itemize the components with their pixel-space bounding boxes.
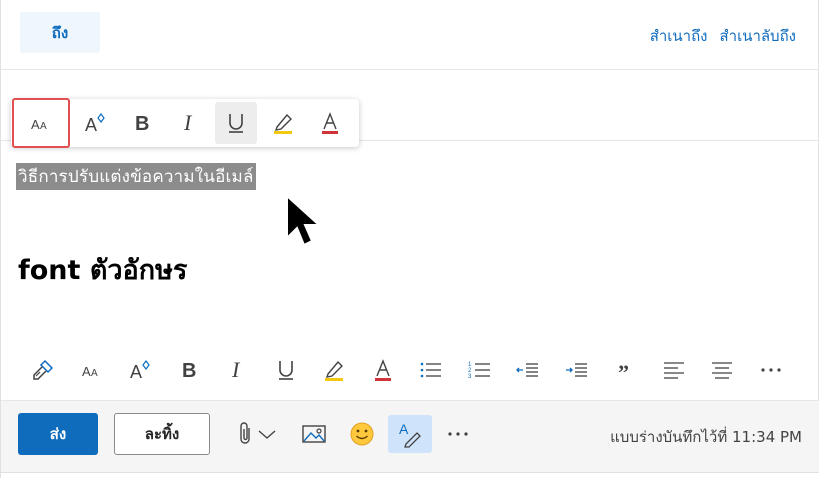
to-button[interactable]: ถึง — [20, 12, 100, 53]
format-painter-button[interactable] — [23, 350, 63, 390]
svg-text:3: 3 — [468, 374, 472, 380]
selected-body-text[interactable]: วิธีการปรับแต่งข้อความในอีเมล์ — [16, 163, 256, 190]
italic-button-bottom[interactable]: I — [217, 350, 257, 390]
font-color-icon — [322, 112, 338, 134]
more-icon — [760, 368, 781, 372]
send-button[interactable]: ส่ง — [18, 413, 98, 455]
emoji-button[interactable] — [345, 415, 379, 453]
chevron-down-icon — [258, 430, 276, 439]
underline-button-bottom[interactable] — [266, 350, 306, 390]
paperclip-icon — [240, 422, 250, 444]
bullets-button[interactable] — [411, 350, 451, 390]
align-center-button[interactable] — [702, 350, 742, 390]
font-size-icon: A A — [31, 117, 47, 132]
font-color-icon — [374, 359, 391, 381]
bold-icon: B — [182, 360, 196, 381]
cc-bcc-links: สำเนาถึง สำเนาลับถึง — [650, 24, 796, 48]
svg-text:A: A — [31, 117, 40, 132]
svg-text:A: A — [82, 364, 91, 379]
insert-picture-button[interactable] — [297, 415, 331, 453]
draft-saved-status: แบบร่างบันทึกไว้ที่ 11:34 PM — [610, 428, 802, 446]
svg-text:B: B — [135, 113, 149, 134]
svg-text:I: I — [231, 359, 241, 381]
bcc-link[interactable]: สำเนาลับถึง — [719, 24, 796, 48]
bold-icon: B — [135, 113, 149, 134]
quote-button[interactable]: ” — [605, 350, 645, 390]
underline-icon — [278, 361, 293, 380]
bottom-format-toolbar: A A A B I 1 2 3 ” — [1, 343, 819, 397]
discard-button[interactable]: ละทิ้ง — [114, 413, 210, 455]
compose-window: ถึง สำเนาถึง สำเนาลับถึง A A A B I วิธีก… — [0, 0, 819, 478]
align-center-icon — [712, 362, 732, 379]
font-grow-icon: A — [130, 360, 150, 381]
increase-indent-button[interactable] — [557, 350, 597, 390]
more-actions-button[interactable] — [441, 415, 475, 453]
italic-icon: I — [183, 112, 193, 134]
window-bottom-edge — [1, 472, 819, 478]
align-left-button[interactable] — [654, 350, 694, 390]
attach-button[interactable] — [231, 415, 283, 453]
recipients-row: ถึง สำเนาถึง สำเนาลับถึง — [1, 0, 819, 70]
more-format-button[interactable] — [751, 350, 791, 390]
svg-text:A: A — [130, 362, 142, 381]
bullets-icon — [420, 362, 441, 378]
highlight-button-bottom[interactable] — [314, 350, 354, 390]
svg-text:B: B — [182, 360, 196, 381]
svg-text:A: A — [399, 421, 409, 437]
increase-indent-icon — [565, 363, 587, 377]
editor-button[interactable]: A — [388, 415, 432, 453]
format-painter-icon — [33, 359, 54, 380]
svg-text:A: A — [85, 115, 97, 134]
font-grow-button-bottom[interactable]: A — [120, 350, 160, 390]
bold-button[interactable]: B — [121, 102, 163, 144]
highlight-icon — [274, 113, 292, 134]
svg-text:A: A — [91, 368, 98, 379]
font-color-button-bottom[interactable] — [363, 350, 403, 390]
font-size-button-bottom[interactable]: A A — [72, 350, 112, 390]
svg-text:A: A — [40, 121, 47, 132]
numbering-icon: 1 2 3 — [468, 362, 490, 380]
highlight-icon — [325, 360, 343, 381]
picture-icon — [302, 425, 326, 443]
body-heading-text[interactable]: font ตัวอักษร — [18, 248, 187, 291]
decrease-indent-icon — [516, 363, 538, 377]
font-grow-icon: A — [85, 113, 105, 134]
editor-pen-icon: A — [399, 421, 421, 448]
bold-button-bottom[interactable]: B — [169, 350, 209, 390]
italic-icon: I — [231, 359, 241, 381]
compose-actions: ส่ง ละทิ้ง A แบบร่างบันทึกไว้ที่ 11:34 P… — [1, 400, 819, 478]
align-left-icon — [663, 362, 684, 379]
decrease-indent-button[interactable] — [508, 350, 548, 390]
italic-button[interactable]: I — [168, 102, 210, 144]
svg-text:I: I — [183, 112, 193, 134]
underline-button[interactable] — [215, 102, 257, 144]
mouse-pointer-icon — [286, 193, 322, 247]
cc-link[interactable]: สำเนาถึง — [650, 24, 708, 48]
numbering-button[interactable]: 1 2 3 — [460, 350, 500, 390]
font-size-icon: A A — [82, 364, 98, 379]
highlight-button[interactable] — [262, 102, 304, 144]
underline-icon — [229, 114, 243, 133]
floating-format-toolbar: A A A B I — [11, 98, 359, 148]
more-icon — [448, 432, 468, 436]
emoji-icon — [350, 422, 374, 446]
font-size-button[interactable]: A A — [12, 98, 70, 148]
quote-icon: ” — [618, 360, 629, 380]
font-color-button[interactable] — [309, 102, 351, 144]
font-grow-button[interactable]: A — [74, 102, 116, 144]
svg-text:”: ” — [618, 360, 629, 380]
